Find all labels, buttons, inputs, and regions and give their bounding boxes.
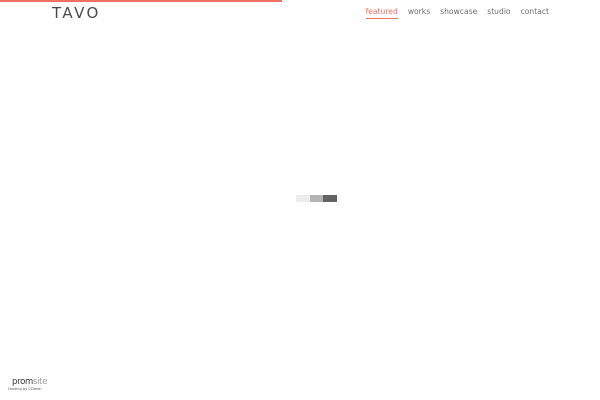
hosting-badge-suffix: site	[32, 377, 48, 387]
loading-indicator	[296, 195, 337, 202]
hosting-badge-logo: promsite	[8, 378, 68, 387]
loader-block	[296, 195, 310, 202]
main-nav: featured works showcase studio contact	[365, 6, 549, 19]
hosting-badge-prefix: prom	[12, 377, 33, 387]
loading-progress-bar	[0, 0, 600, 2]
nav-item-featured[interactable]: featured	[365, 6, 398, 19]
hosting-badge-caption: Hosting by CDmon	[8, 387, 42, 391]
loader-block	[323, 195, 337, 202]
page: TAVO featured works showcase studio cont…	[0, 0, 600, 400]
nav-item-contact[interactable]: contact	[521, 6, 549, 19]
nav-item-studio[interactable]: studio	[487, 6, 510, 19]
site-logo[interactable]: TAVO	[52, 5, 101, 21]
nav-item-showcase[interactable]: showcase	[440, 6, 477, 19]
loader-block	[309, 195, 323, 202]
nav-item-works[interactable]: works	[408, 6, 430, 19]
loading-progress-fill	[0, 0, 282, 2]
hosting-badge[interactable]: promsite Hosting by CDmon	[8, 378, 68, 392]
